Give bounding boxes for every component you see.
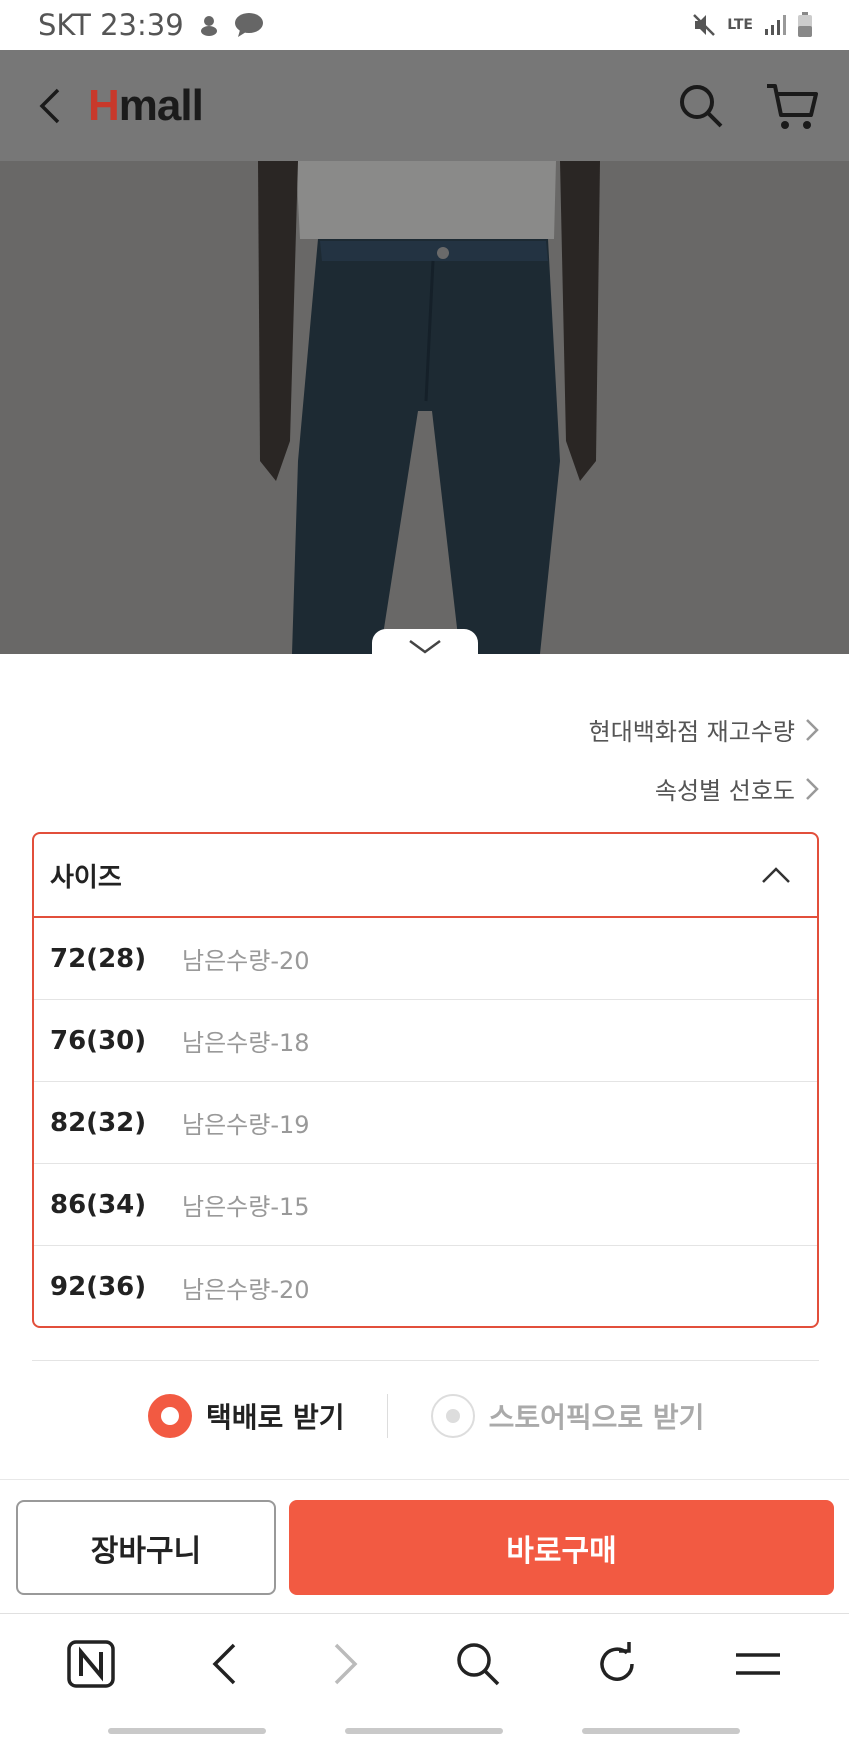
size-option[interactable]: 92(36) 남은수량-20 <box>34 1246 817 1326</box>
delivery-options: 택배로 받기 스토어픽으로 받기 <box>0 1387 849 1445</box>
search-icon[interactable] <box>677 82 725 130</box>
product-image <box>0 161 849 654</box>
menu-icon[interactable] <box>734 1649 782 1679</box>
logo-text: mall <box>118 80 204 130</box>
chevron-up-icon <box>762 867 790 883</box>
logo-h: H <box>88 80 120 130</box>
battery-icon <box>798 12 812 37</box>
product-photo <box>0 161 849 654</box>
stock-remaining: 남은수량-15 <box>182 1193 310 1221</box>
chevron-down-icon <box>409 639 441 654</box>
chat-icon <box>234 13 263 37</box>
stock-remaining: 남은수량-18 <box>182 1029 310 1057</box>
divider <box>0 1479 849 1480</box>
radio-unselected-icon[interactable] <box>430 1394 475 1438</box>
stock-link-label: 현대백화점 재고수량 <box>588 718 795 746</box>
signal-icon <box>765 15 786 35</box>
size-value: 86(34) <box>50 1189 147 1220</box>
size-option[interactable]: 72(28) 남은수량-20 <box>34 918 817 1000</box>
buy-now-button[interactable]: 바로구매 <box>289 1500 834 1595</box>
gesture-bar <box>345 1728 503 1734</box>
stock-link[interactable]: 현대백화점 재고수량 <box>589 712 819 747</box>
radio-selected-icon[interactable] <box>148 1394 192 1438</box>
size-dropdown-label: 사이즈 <box>50 862 122 893</box>
network-label: LTE <box>727 17 753 33</box>
gesture-bar <box>582 1728 740 1734</box>
size-value: 92(36) <box>50 1272 147 1302</box>
delivery-option-storepick-label: 스토어픽으로 받기 <box>488 1401 705 1434</box>
refresh-icon[interactable] <box>595 1641 639 1686</box>
stock-remaining: 남은수량-20 <box>182 947 310 975</box>
size-value: 72(28) <box>50 943 147 974</box>
back-icon[interactable] <box>210 1642 238 1686</box>
chevron-right-icon <box>806 777 819 800</box>
preference-link[interactable]: 속성별 선호도 <box>655 771 819 806</box>
size-option[interactable]: 76(30) 남은수량-18 <box>34 1000 817 1082</box>
search-icon[interactable] <box>455 1641 501 1687</box>
naver-n-icon[interactable] <box>67 1639 115 1688</box>
option-separator <box>387 1394 389 1438</box>
gesture-bar <box>108 1728 266 1734</box>
stock-remaining: 남은수량-20 <box>182 1275 310 1304</box>
size-dropdown-header[interactable]: 사이즈 <box>34 834 817 918</box>
app-header: Hmall <box>0 50 849 161</box>
forward-icon[interactable] <box>332 1642 360 1686</box>
cart-icon[interactable] <box>765 81 819 131</box>
add-to-cart-button[interactable]: 장바구니 <box>16 1500 276 1595</box>
preference-link-label: 속성별 선호도 <box>654 777 795 805</box>
chevron-right-icon <box>806 718 819 741</box>
size-value: 76(30) <box>50 1025 147 1056</box>
delivery-option-storepick[interactable]: 스토어픽으로 받기 <box>430 1394 705 1438</box>
size-value: 82(32) <box>50 1107 147 1138</box>
size-option[interactable]: 86(34) 남은수량-15 <box>34 1164 817 1246</box>
size-option[interactable]: 82(32) 남은수량-19 <box>34 1082 817 1164</box>
notification-icon <box>200 16 217 36</box>
delivery-option-parcel-label: 택배로 받기 <box>206 1401 345 1434</box>
mute-icon <box>693 14 716 36</box>
browser-toolbar <box>0 1613 849 1713</box>
carrier-time: SKT 23:39 <box>38 8 184 42</box>
size-dropdown: 사이즈 72(28) 남은수량-20 76(30) 남은수량-18 82(32)… <box>32 832 819 1328</box>
collapse-handle[interactable] <box>372 629 478 656</box>
delivery-option-parcel[interactable]: 택배로 받기 <box>148 1394 345 1438</box>
divider <box>32 1360 819 1361</box>
hmall-logo[interactable]: Hmall <box>88 80 204 131</box>
back-arrow-icon[interactable] <box>38 86 62 126</box>
status-bar: SKT 23:39 LTE <box>0 0 849 50</box>
stock-remaining: 남은수량-19 <box>182 1111 310 1139</box>
